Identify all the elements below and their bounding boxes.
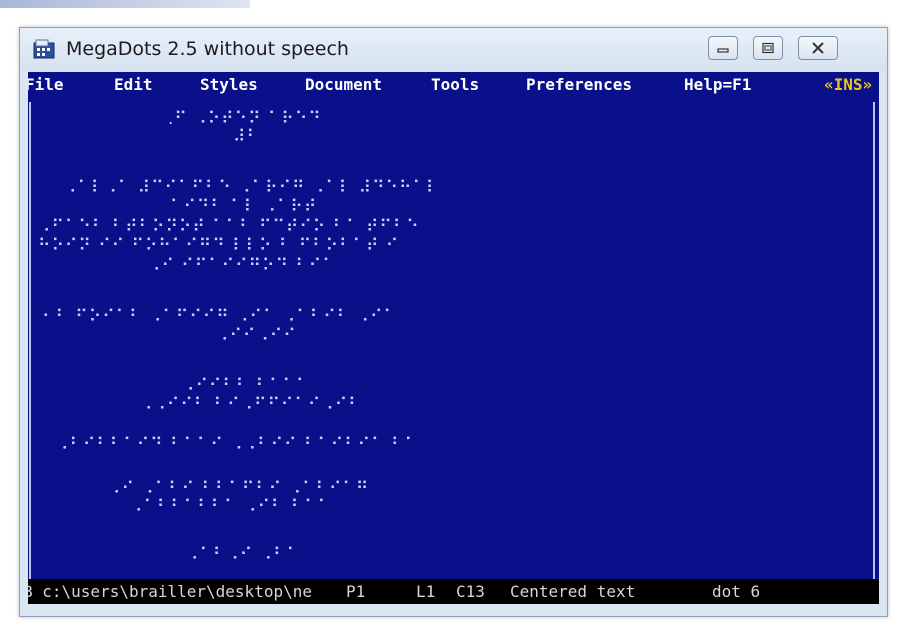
- status-column: C13: [456, 582, 485, 601]
- braille-line: ⠂⠃ ⠋⠕⠊⠁⠃ ⠠⠁⠋⠊⠊⠛ ⠠⠊⠁ ⠠⠁⠃⠊⠃ ⠠⠊⠁: [42, 307, 397, 327]
- braille-line: ⠠⠊⠊⠠⠊⠊: [216, 326, 297, 346]
- braille-line: ⠠⠁⠃⠃⠁⠃⠃⠁ ⠠⠊⠃ ⠃⠁⠁: [130, 497, 332, 517]
- menu-styles[interactable]: Styles: [200, 75, 258, 94]
- braille-line: ⠠⠃⠊⠃⠃⠁⠊⠙ ⠃⠁⠁⠊ ⠠⠠⠃⠊⠊ ⠃⠁⠊⠃⠊⠁ ⠃⠁: [56, 435, 418, 455]
- window-title: MegaDots 2.5 without speech: [66, 38, 349, 60]
- braille-line: ⠓⠕⠊⠝ ⠊⠊ ⠋⠕⠓⠁⠊⠛⠙ ⠇⠇⠕ ⠃ ⠋⠃⠕⠃⠁⠞ ⠊: [38, 236, 400, 256]
- status-line: L1: [416, 582, 436, 601]
- status-dot: dot 6: [712, 582, 761, 601]
- menu-bar: File Edit Styles Document Tools Preferen…: [28, 72, 879, 96]
- status-page: P1: [346, 582, 366, 601]
- menu-file[interactable]: File: [28, 75, 64, 94]
- braille-line: ⠠⠊ ⠊⠋⠁⠊⠊⠛⠕⠙ ⠃⠊⠁: [148, 256, 336, 276]
- editor-client-area[interactable]: File Edit Styles Document Tools Preferen…: [28, 72, 879, 604]
- status-file-path: B c:\users\brailler\desktop\ne: [28, 582, 312, 601]
- menu-preferences[interactable]: Preferences: [526, 75, 632, 94]
- menu-document[interactable]: Document: [305, 75, 382, 94]
- braille-line: ⠠⠋⠁⠑⠃ ⠃⠞⠃⠕⠝⠕⠞ ⠁⠁⠃ ⠋⠉⠞⠊⠕ ⠃⠁ ⠞⠋⠃⠑: [38, 217, 420, 237]
- braille-line: ⠼⠃: [233, 127, 260, 147]
- minimize-button[interactable]: [708, 36, 738, 60]
- minimize-icon: [717, 48, 729, 53]
- braille-document[interactable]: .⠋ ⠠⠕⠞⠑⠝ ⠁⠗⠑⠙ ⠼⠃ ⠠⠁⠇⠠⠁ ⠼⠉⠊⠁⠋⠃⠑ ⠠⠁⠗⠊⠛ ⠠⠁⠇…: [28, 102, 879, 596]
- title-bar[interactable]: MegaDots 2.5 without speech: [20, 28, 887, 72]
- menu-tools[interactable]: Tools: [431, 75, 479, 94]
- close-button[interactable]: [798, 36, 838, 60]
- status-style: Centered text: [510, 582, 636, 601]
- background-strip: [0, 0, 250, 8]
- close-icon: [812, 42, 824, 54]
- braille-line: ⠁⠊⠙⠃ ⠁⠇ ⠠⠁⠗⠞: [170, 197, 318, 217]
- app-window: MegaDots 2.5 without speech File Edit St…: [19, 27, 888, 617]
- maximize-icon: [762, 42, 774, 54]
- status-bar: B c:\users\brailler\desktop\ne P1 L1 C13…: [28, 579, 879, 604]
- braille-line: ⠠⠁⠇⠠⠁ ⠼⠉⠊⠁⠋⠃⠑ ⠠⠁⠗⠊⠛ ⠠⠁⠇ ⠼⠙⠑⠓⠁⠇: [64, 178, 440, 198]
- braille-line: ⠠⠠⠊⠊⠃ ⠃⠊⠠⠋⠋⠊⠁⠊⠠⠊⠃: [140, 395, 362, 415]
- maximize-button[interactable]: [753, 36, 783, 60]
- menu-help[interactable]: Help=F1: [684, 75, 751, 94]
- insert-mode-indicator: «INS»: [824, 75, 873, 94]
- braille-line: ⠠⠁⠃⠠⠊ ⠠⠃⠁: [186, 545, 301, 565]
- braille-line: ⠠⠊⠊⠃⠃ ⠃⠁⠁⠁: [182, 376, 310, 396]
- megadots-app-icon[interactable]: [33, 39, 55, 59]
- menu-edit[interactable]: Edit: [114, 75, 153, 94]
